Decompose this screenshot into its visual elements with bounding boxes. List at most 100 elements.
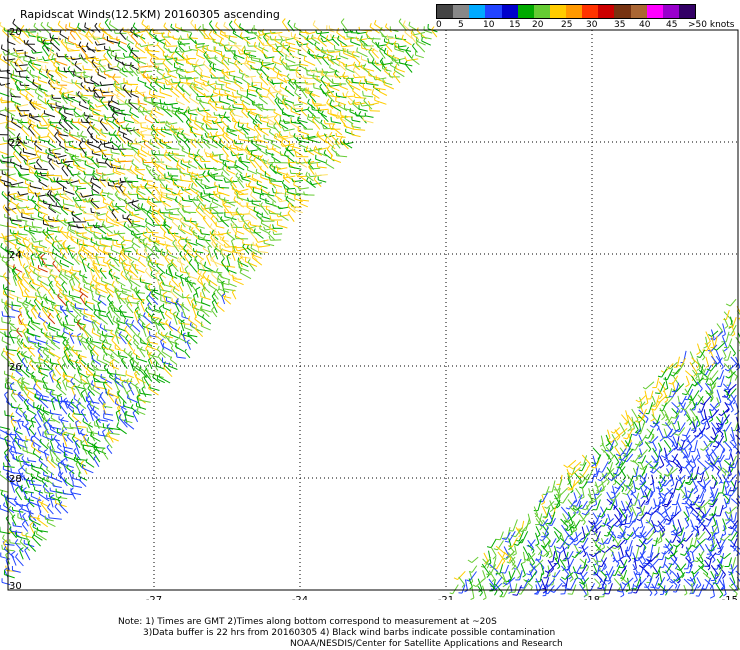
wind-barb-tick xyxy=(135,42,138,47)
wind-barb-tick xyxy=(342,71,346,77)
wind-barb-tick xyxy=(102,197,105,203)
wind-barb-tick xyxy=(99,267,103,271)
wind-barb-tick xyxy=(72,253,77,258)
wind-barb-tick xyxy=(290,203,292,207)
wind-barb-tick xyxy=(207,80,210,85)
wind-barb xyxy=(36,289,43,301)
wind-barb-tick xyxy=(55,160,59,165)
wind-barb-tick xyxy=(233,142,235,146)
wind-barb-tick xyxy=(90,177,93,182)
wind-barb xyxy=(98,316,109,325)
wind-barb-tick xyxy=(232,277,235,281)
wind-barb-tick xyxy=(277,205,280,210)
wind-barb-tick xyxy=(164,67,169,73)
wind-barb-tick xyxy=(114,54,117,60)
wind-barb xyxy=(351,134,361,138)
wind-barb-tick xyxy=(108,100,110,105)
wind-barb-tick xyxy=(152,100,154,105)
wind-barb-tick xyxy=(211,153,214,159)
wind-barb xyxy=(96,137,107,142)
wind-barb-tick xyxy=(295,160,298,165)
wind-barb-tick xyxy=(696,351,701,356)
wind-barb-tick xyxy=(279,151,282,156)
wind-barb-tick xyxy=(203,189,206,194)
wind-barb xyxy=(140,302,146,312)
wind-barb-tick xyxy=(177,80,181,86)
wind-barb xyxy=(144,118,154,124)
wind-barb-tick xyxy=(148,89,151,95)
wind-barb-tick xyxy=(177,238,182,243)
wind-barb-tick xyxy=(57,129,59,135)
wind-barb-tick xyxy=(180,187,184,191)
wind-barb xyxy=(74,64,82,71)
wind-barb xyxy=(228,147,237,156)
wind-barb-tick xyxy=(713,347,717,351)
wind-barb-tick xyxy=(40,21,43,26)
wind-barb xyxy=(155,179,166,181)
wind-barb-tick xyxy=(276,73,279,78)
wind-barb xyxy=(271,156,282,163)
wind-barb-tick xyxy=(316,105,319,111)
wind-barb-tick xyxy=(319,83,323,88)
wind-barb xyxy=(277,224,288,229)
wind-barb-tick xyxy=(25,297,28,303)
wind-barb xyxy=(202,218,211,229)
wind-barb xyxy=(96,43,106,46)
wind-barb-tick xyxy=(25,306,29,309)
wind-barb xyxy=(176,356,186,359)
wind-barb-tick xyxy=(88,197,91,201)
wind-barb-tick xyxy=(99,67,103,73)
wind-barb-tick xyxy=(209,231,212,235)
wind-barb-tick xyxy=(265,205,268,210)
wind-barb xyxy=(72,288,81,293)
wind-barb-tick xyxy=(171,109,174,113)
wind-barb-tick xyxy=(218,184,221,188)
wind-barb-tick xyxy=(255,243,259,248)
wind-barb-tick xyxy=(118,304,123,309)
wind-barb-tick xyxy=(0,68,1,72)
wind-barb xyxy=(234,103,244,106)
wind-barb xyxy=(137,177,147,181)
wind-barb-tick xyxy=(144,115,147,120)
wind-barb xyxy=(98,165,107,168)
wind-barb-tick xyxy=(292,103,295,109)
wind-barb-tick xyxy=(84,22,86,28)
wind-barb-tick xyxy=(5,162,7,167)
wind-barb-tick xyxy=(76,171,80,176)
wind-barb-tick xyxy=(89,280,93,285)
wind-barb xyxy=(38,210,49,216)
wind-barb-tick xyxy=(95,288,97,294)
wind-barb-tick xyxy=(117,230,120,234)
wind-barb-tick xyxy=(404,60,408,65)
wind-barb xyxy=(109,140,120,149)
wind-barb xyxy=(48,351,60,359)
wind-barb xyxy=(282,177,291,184)
wind-barb-tick xyxy=(0,82,2,86)
wind-barb-tick xyxy=(247,221,251,226)
wind-barb-tick xyxy=(134,306,139,311)
wind-barb-tick xyxy=(219,38,223,44)
wind-barb-tick xyxy=(164,207,167,211)
wind-barb-tick xyxy=(236,90,239,94)
wind-barb-tick xyxy=(371,88,374,94)
wind-barb xyxy=(124,329,133,339)
wind-barb-tick xyxy=(83,112,86,116)
wind-barb-tick xyxy=(117,144,121,149)
wind-barb-tick xyxy=(182,158,185,163)
wind-barb-tick xyxy=(339,111,342,117)
wind-barb-tick xyxy=(307,98,310,104)
wind-barb-tick xyxy=(74,196,78,201)
wind-barb-tick xyxy=(64,270,66,275)
wind-barb xyxy=(93,262,107,267)
wind-barb xyxy=(73,164,86,170)
wind-barb-tick xyxy=(67,36,70,41)
wind-barb-tick xyxy=(131,242,135,247)
wind-barb xyxy=(326,57,335,65)
wind-barb-tick xyxy=(172,35,175,40)
wind-barb-tick xyxy=(106,192,110,197)
wind-barb xyxy=(114,109,125,112)
wind-barb-tick xyxy=(279,88,281,94)
wind-barb-tick xyxy=(76,255,79,260)
wind-barb-tick xyxy=(99,88,103,93)
wind-barb-tick xyxy=(193,155,198,160)
